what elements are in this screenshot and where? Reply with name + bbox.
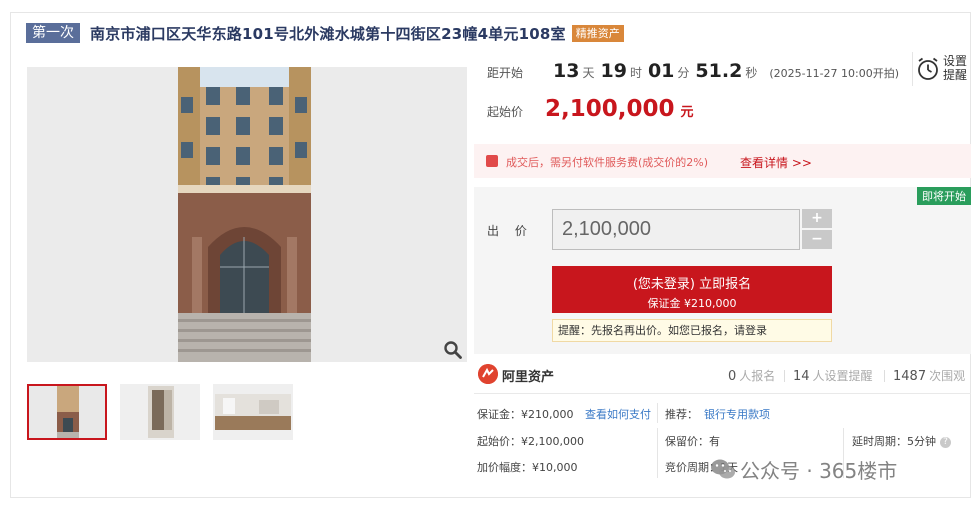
platform-name: 阿里资产	[502, 370, 555, 385]
countdown-hours-unit: 时	[629, 66, 642, 80]
extension-info: 延时周期：5分钟?	[852, 433, 951, 449]
reminder-line-1: 设置	[943, 54, 968, 68]
deposit-label: 保证金：	[477, 408, 521, 421]
column-divider	[657, 403, 658, 423]
signup-count-label: 人报名	[739, 369, 776, 383]
decrease-bid-button[interactable]: −	[802, 230, 832, 249]
register-button[interactable]: (您未登录) 立即报名 保证金 ¥210,000	[552, 266, 832, 313]
column-divider	[657, 428, 658, 478]
countdown-minutes: 01	[647, 60, 675, 82]
deposit-value: ¥210,000	[521, 408, 574, 421]
platform-row: 阿里资产 0 人报名 14 人设置提醒 1487 次围观	[476, 362, 971, 388]
reminder-count: 14 人设置提醒	[793, 367, 873, 384]
reminder-label: 设置 提醒	[943, 54, 967, 82]
question-icon[interactable]: ?	[940, 436, 951, 448]
login-tip: 提醒：先报名再出价。如您已报名，请登录	[552, 319, 832, 342]
auction-start-time: (2025-11-27 10:00开拍)	[769, 67, 900, 80]
start-price-unit: 元	[680, 105, 694, 120]
countdown-minutes-unit: 分	[677, 66, 690, 80]
status-badge: 即将开始	[917, 187, 971, 205]
start-price-value: 2,100,000	[545, 96, 675, 122]
countdown-seconds: 51.2	[695, 60, 743, 82]
watermark: 公众号 · 365楼市	[710, 454, 897, 484]
start-price-info: 起始价：¥2,100,000	[477, 435, 584, 448]
register-deposit-label: 保证金 ¥210,000	[647, 297, 737, 310]
main-photo[interactable]	[27, 67, 467, 362]
gift-icon	[486, 155, 498, 167]
countdown-hours: 19	[600, 60, 627, 82]
reminder-count-value: 14	[793, 369, 810, 384]
stat-divider	[784, 370, 785, 382]
register-button-label: (您未登录) 立即报名	[632, 277, 752, 292]
countdown-seconds-unit: 秒	[745, 66, 758, 80]
bid-amount-input[interactable]: 2,100,000	[552, 209, 800, 250]
wechat-icon	[711, 459, 735, 479]
start-price-label: 起始价	[487, 105, 524, 119]
page-title: 南京市浦口区天华东路101号北外滩水城第十四街区23幢4单元108室	[90, 24, 566, 43]
fee-notice-text: 成交后，需另付软件服务费(成交价的2%)	[506, 156, 709, 169]
fee-notice: 成交后，需另付软件服务费(成交价的2%) 查看详情 >>	[474, 144, 971, 178]
alibaba-asset-logo	[478, 364, 498, 384]
thumbnail-1[interactable]	[27, 384, 107, 440]
thumbnail-strip	[27, 384, 293, 440]
view-count-value: 1487	[893, 369, 927, 384]
set-reminder-button[interactable]: 设置 提醒	[912, 52, 970, 86]
view-count-label: 次围观	[929, 369, 966, 383]
extension-value: 延时周期：5分钟	[852, 435, 936, 448]
recommend-label: 推荐：	[665, 408, 698, 421]
reminder-line-2: 提醒	[943, 68, 968, 82]
signup-count-value: 0	[728, 369, 737, 384]
bid-panel: 即将开始 出 价 2,100,000 + − (您未登录) 立即报名 保证金 ¥…	[474, 187, 971, 354]
view-count: 1487 次围观	[893, 367, 965, 384]
stat-divider	[884, 370, 885, 382]
deposit-info: 保证金：¥210,000 查看如何支付	[477, 406, 651, 422]
countdown-days-unit: 天	[582, 66, 595, 80]
increase-bid-button[interactable]: +	[802, 209, 832, 228]
watermark-text: 公众号 · 365楼市	[740, 458, 898, 483]
divider	[474, 393, 971, 394]
countdown: 距开始 13 天 19 时 01 分 51.2 秒 (2025-11-27 10…	[487, 60, 902, 90]
bid-label: 出 价	[487, 224, 533, 238]
thumbnail-2[interactable]	[120, 384, 200, 440]
increment-info: 加价幅度：¥10,000	[477, 461, 578, 474]
countdown-label: 距开始	[487, 66, 524, 80]
thumbnail-3[interactable]	[213, 384, 293, 440]
round-tag: 第一次	[26, 23, 80, 43]
magnifier-icon[interactable]	[443, 340, 463, 360]
countdown-days: 13	[553, 60, 580, 82]
asset-tag: 精推资产	[571, 24, 624, 42]
building-photo	[178, 67, 311, 362]
how-to-pay-link[interactable]: 查看如何支付	[585, 408, 651, 421]
recommend-info: 推荐： 银行专用款项	[665, 406, 770, 422]
alarm-clock-icon	[918, 57, 938, 80]
start-price-row: 起始价 2,100,000 元	[487, 96, 694, 122]
reminder-count-label: 人设置提醒	[812, 369, 873, 383]
reserve-price-info: 保留价：有	[665, 435, 720, 448]
fee-details-link[interactable]: 查看详情 >>	[740, 154, 812, 171]
signup-count: 0 人报名	[728, 367, 775, 384]
title-row: 第一次 南京市浦口区天华东路101号北外滩水城第十四街区23幢4单元108室 精…	[26, 22, 624, 44]
bank-account-link[interactable]: 银行专用款项	[704, 408, 770, 421]
